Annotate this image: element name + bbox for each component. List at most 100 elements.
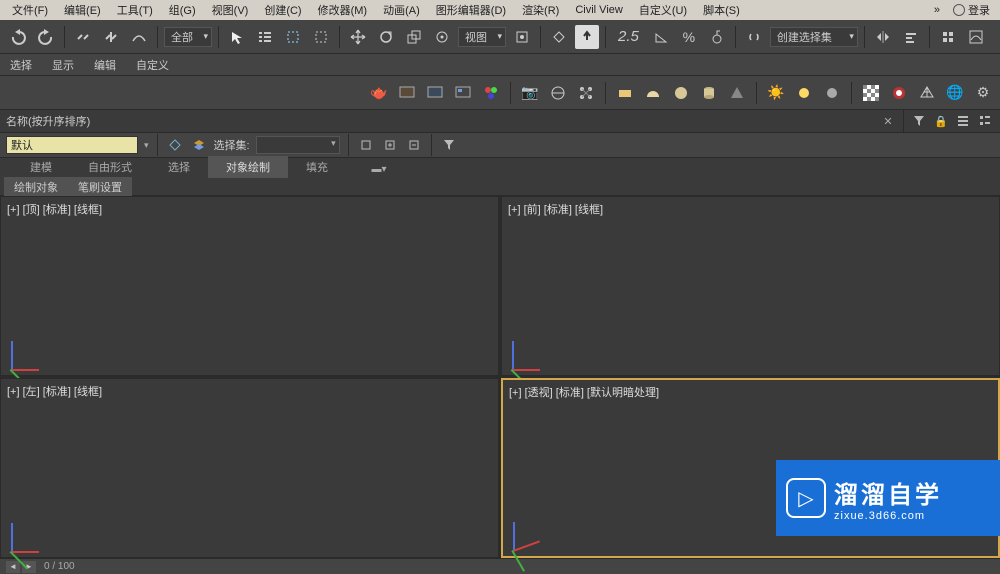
tab-populate[interactable]: 填充	[288, 156, 346, 178]
menu-civil[interactable]: Civil View	[567, 2, 630, 18]
tab-selection[interactable]: 选择	[150, 156, 208, 178]
mirror-button[interactable]	[871, 25, 895, 49]
sub-custom[interactable]: 自定义	[132, 57, 173, 73]
rotate-button[interactable]	[374, 25, 398, 49]
viewport-front[interactable]: [+] [前] [标准] [线框]	[501, 196, 1000, 376]
scale-button[interactable]	[402, 25, 426, 49]
ref-coord-dropdown[interactable]: 视图	[458, 27, 506, 47]
subtab-paint-obj[interactable]: 绘制对象	[4, 177, 68, 197]
tab-object-paint[interactable]: 对象绘制	[208, 156, 288, 178]
render-frame-icon[interactable]	[424, 82, 446, 104]
cylinder-icon[interactable]	[698, 82, 720, 104]
curve-editor-button[interactable]	[964, 25, 988, 49]
placement-button[interactable]	[430, 25, 454, 49]
teapot-icon[interactable]: 🫖	[368, 82, 390, 104]
menu-group[interactable]: 组(G)	[161, 0, 204, 20]
angle-snap-button[interactable]	[649, 25, 673, 49]
list-mode-icon[interactable]	[954, 112, 972, 130]
isolate-icon[interactable]	[166, 136, 184, 154]
dome-icon[interactable]	[642, 82, 664, 104]
menu-create[interactable]: 创建(C)	[256, 0, 309, 20]
menu-rendering[interactable]: 渲染(R)	[514, 0, 567, 20]
globe-icon[interactable]: 🌐	[944, 82, 966, 104]
menu-customize[interactable]: 自定义(U)	[631, 0, 695, 20]
sub-select[interactable]: 选择	[6, 57, 36, 73]
select-region-button[interactable]	[281, 25, 305, 49]
viewport-config-icon[interactable]	[575, 82, 597, 104]
create-sel-set-dropdown[interactable]: 创建选择集	[770, 27, 858, 47]
keyboard-shortcut-button[interactable]	[575, 25, 599, 49]
subtab-brush[interactable]: 笔刷设置	[68, 177, 132, 197]
viewport-top-label[interactable]: [+] [顶] [标准] [线框]	[7, 201, 102, 217]
ribbon-min-icon[interactable]: ▬▾	[370, 160, 388, 178]
sun-icon[interactable]: ☀️	[765, 82, 787, 104]
layer-explorer-button[interactable]	[936, 25, 960, 49]
user-icon	[953, 4, 965, 16]
mesh-icon[interactable]	[916, 82, 938, 104]
name-input[interactable]	[6, 136, 138, 154]
selset-remove-icon[interactable]	[405, 136, 423, 154]
material-editor-icon[interactable]	[480, 82, 502, 104]
layer-icon[interactable]	[190, 136, 208, 154]
menu-overflow-icon[interactable]: »	[931, 4, 943, 16]
sub-display[interactable]: 显示	[48, 57, 78, 73]
selection-filter-dropdown[interactable]: 全部	[164, 27, 212, 47]
selset-dropdown[interactable]	[256, 136, 340, 154]
filter-icon[interactable]	[910, 112, 928, 130]
prev-frame-button[interactable]: ◄	[6, 561, 20, 573]
window-crossing-button[interactable]	[309, 25, 333, 49]
selset-new-icon[interactable]	[357, 136, 375, 154]
undo-button[interactable]	[6, 25, 30, 49]
bind-button[interactable]	[127, 25, 151, 49]
viewport-persp-label[interactable]: [+] [透视] [标准] [默认明暗处理]	[509, 384, 659, 400]
menu-modifiers[interactable]: 修改器(M)	[310, 0, 376, 20]
menu-file[interactable]: 文件(F)	[4, 0, 56, 20]
sub-edit[interactable]: 编辑	[90, 57, 120, 73]
snap-toggle-button[interactable]: 2.5	[612, 25, 645, 49]
use-pivot-button[interactable]	[510, 25, 534, 49]
spinner-snap-button[interactable]	[705, 25, 729, 49]
tree-mode-icon[interactable]	[976, 112, 994, 130]
menu-tools[interactable]: 工具(T)	[109, 0, 161, 20]
spot-icon[interactable]	[821, 82, 843, 104]
clear-filter-button[interactable]: ✕	[879, 112, 897, 130]
render-setup-icon[interactable]	[396, 82, 418, 104]
viewport-front-label[interactable]: [+] [前] [标准] [线框]	[508, 201, 603, 217]
safe-frame-icon[interactable]	[547, 82, 569, 104]
select-by-name-button[interactable]	[253, 25, 277, 49]
move-button[interactable]	[346, 25, 370, 49]
lock-icon[interactable]: 🔒	[932, 112, 950, 130]
sphere-icon[interactable]	[670, 82, 692, 104]
percent-snap-button[interactable]: %	[677, 25, 701, 49]
select-object-button[interactable]	[225, 25, 249, 49]
menu-script[interactable]: 脚本(S)	[695, 0, 748, 20]
redo-button[interactable]	[34, 25, 58, 49]
menu-edit[interactable]: 编辑(E)	[56, 0, 109, 20]
menu-animation[interactable]: 动画(A)	[375, 0, 428, 20]
named-sel-set-button[interactable]	[742, 25, 766, 49]
axis-gizmo-icon	[513, 510, 553, 550]
light-icon[interactable]	[793, 82, 815, 104]
login-button[interactable]: 登录	[947, 0, 996, 20]
menu-views[interactable]: 视图(V)	[204, 0, 257, 20]
tab-freeform[interactable]: 自由形式	[70, 156, 150, 178]
settings-icon[interactable]: ⚙	[972, 82, 994, 104]
align-button[interactable]	[899, 25, 923, 49]
camera-icon[interactable]: 📷	[519, 82, 541, 104]
viewport-top[interactable]: [+] [顶] [标准] [线框]	[0, 196, 499, 376]
tab-modeling[interactable]: 建模	[12, 156, 70, 178]
link-button[interactable]	[71, 25, 95, 49]
plane-icon[interactable]	[614, 82, 636, 104]
viewport-left-label[interactable]: [+] [左] [标准] [线框]	[7, 383, 102, 399]
menu-graph[interactable]: 图形编辑器(D)	[428, 0, 514, 20]
checker-icon[interactable]	[860, 82, 882, 104]
select-manipulate-button[interactable]	[547, 25, 571, 49]
render-window-icon[interactable]	[452, 82, 474, 104]
selset-add-icon[interactable]	[381, 136, 399, 154]
target-icon[interactable]	[888, 82, 910, 104]
unlink-button[interactable]	[99, 25, 123, 49]
viewport-left[interactable]: [+] [左] [标准] [线框]	[0, 378, 499, 558]
axis-gizmo-icon	[11, 329, 51, 369]
filter-funnel-icon[interactable]	[440, 136, 458, 154]
cone-icon[interactable]	[726, 82, 748, 104]
